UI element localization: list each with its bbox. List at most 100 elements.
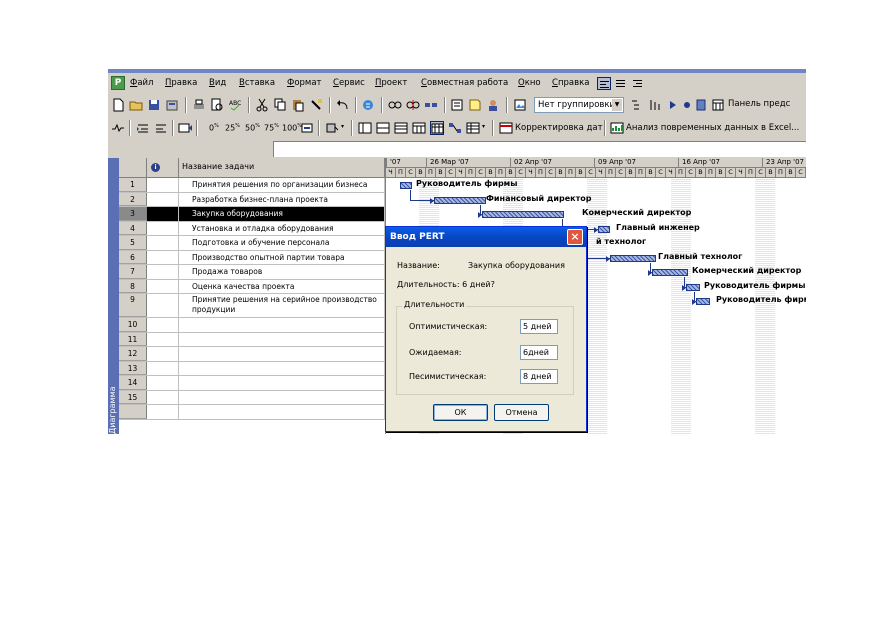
insert-hyperlink-icon[interactable] (361, 98, 375, 112)
save-icon[interactable] (147, 98, 161, 112)
menu-window[interactable]: Окно (518, 78, 541, 88)
table-view-icon[interactable] (466, 121, 480, 135)
view-grid-4-icon[interactable] (412, 121, 426, 135)
calendar-icon[interactable] (711, 98, 725, 112)
undo-icon[interactable] (336, 98, 350, 112)
dropdown-arrow-icon[interactable]: ▾ (482, 123, 485, 130)
row-indicator-cell[interactable] (147, 279, 179, 293)
gantt-task-bar[interactable] (400, 182, 412, 189)
pessimistic-duration-input[interactable]: 8 дней (520, 369, 558, 384)
progress-0-button[interactable]: 0% (209, 123, 219, 133)
row-number[interactable]: 7 (119, 265, 147, 279)
table-row[interactable]: 3 Закупка оборудования (119, 207, 385, 222)
menu-insert[interactable]: Вставка (239, 78, 275, 88)
progress-25-button[interactable]: 25% (225, 123, 240, 133)
format-painter-icon[interactable] (309, 98, 323, 112)
record-icon[interactable] (680, 98, 694, 112)
task-notes-icon[interactable] (468, 98, 482, 112)
select-all-cell[interactable] (119, 158, 147, 178)
outdent-icon[interactable] (154, 121, 168, 135)
table-row[interactable]: 7 Продажа товаров (119, 265, 385, 280)
table-row[interactable]: 8 Оценка качества проекта (119, 279, 385, 294)
table-row[interactable]: 6 Производство опытной партии товара (119, 250, 385, 265)
dialog-title[interactable]: Ввод PERT (386, 227, 586, 247)
assign-resources-icon[interactable] (486, 98, 500, 112)
row-number[interactable]: 9 (119, 294, 147, 317)
new-document-icon[interactable] (111, 98, 125, 112)
row-number[interactable]: 6 (119, 250, 147, 264)
chevron-down-icon[interactable]: ▼ (612, 99, 622, 111)
row-indicator-cell[interactable] (147, 347, 179, 361)
table-row[interactable]: 5 Подготовка и обучение персонала (119, 236, 385, 251)
row-number[interactable]: 5 (119, 236, 147, 250)
close-icon[interactable]: × (567, 229, 583, 245)
copy-picture-icon[interactable] (513, 98, 527, 112)
row-number[interactable]: 1 (119, 178, 147, 192)
menu-project[interactable]: Проект (375, 78, 407, 88)
gantt-task-bar[interactable] (598, 226, 610, 233)
view-grid-2-icon[interactable] (376, 121, 390, 135)
table-row[interactable]: 1 Принятия решения по организации бизнеса (119, 178, 385, 193)
save-baseline-icon[interactable] (165, 98, 179, 112)
align-left-button[interactable] (597, 77, 611, 90)
expected-duration-input[interactable]: 6дней (520, 345, 558, 360)
gantt-task-bar[interactable] (686, 284, 700, 291)
entry-field[interactable] (273, 141, 806, 157)
task-name-cell[interactable]: Подготовка и обучение персонала (179, 236, 385, 250)
menu-format[interactable]: Формат (287, 78, 322, 88)
row-indicator-cell[interactable] (147, 265, 179, 279)
row-number[interactable]: 12 (119, 347, 147, 361)
row-indicator-cell[interactable] (147, 361, 179, 375)
menu-collaborate[interactable]: Совместная работа (421, 78, 508, 88)
cut-icon[interactable] (255, 98, 269, 112)
row-indicator-cell[interactable] (147, 178, 179, 192)
task-name-cell[interactable]: Разработка бизнес-плана проекта (179, 192, 385, 206)
row-number[interactable] (119, 405, 147, 419)
view-bar-label[interactable]: Диаграмма Ганта (108, 387, 119, 434)
row-number[interactable]: 14 (119, 376, 147, 390)
row-indicator-cell[interactable] (147, 390, 179, 404)
row-number[interactable]: 11 (119, 332, 147, 346)
align-right-button[interactable] (631, 77, 645, 90)
table-row[interactable]: 9 Принятие решения на серийное производст… (119, 294, 385, 318)
tracking-graph-icon[interactable] (111, 121, 125, 135)
ok-button[interactable]: ОК (433, 404, 488, 421)
excel-analysis-icon[interactable] (610, 121, 624, 135)
menu-tools[interactable]: Сервис (333, 78, 365, 88)
task-name-cell[interactable]: Производство опытной партии товара (179, 250, 385, 264)
print-icon[interactable] (192, 98, 206, 112)
gantt-task-bar[interactable] (610, 255, 656, 262)
gantt-task-bar[interactable] (696, 298, 710, 305)
task-name-cell[interactable] (179, 332, 385, 346)
view-grid-1-icon[interactable] (358, 121, 372, 135)
row-indicator-cell[interactable] (147, 207, 179, 221)
update-as-scheduled-icon[interactable] (300, 121, 314, 135)
show-subtasks-icon[interactable] (648, 98, 662, 112)
progress-50-button[interactable]: 50% (245, 123, 260, 133)
row-indicator-cell[interactable] (147, 221, 179, 235)
task-name-cell[interactable] (179, 347, 385, 361)
row-indicator-cell[interactable] (147, 376, 179, 390)
project-app-icon[interactable]: P (111, 76, 125, 90)
task-name-cell[interactable]: Установка и отладка оборудования (179, 221, 385, 235)
progress-75-button[interactable]: 75% (264, 123, 279, 133)
task-name-cell[interactable]: Принятие решения на серийное производств… (179, 294, 385, 317)
row-number[interactable]: 4 (119, 221, 147, 235)
row-indicator-cell[interactable] (147, 405, 179, 419)
row-number[interactable]: 13 (119, 361, 147, 375)
excel-analysis-button[interactable]: Анализ повременных данных в Excel... (626, 123, 799, 133)
table-row[interactable]: 12 (119, 347, 385, 362)
update-tasks-icon[interactable] (178, 121, 192, 135)
task-information-icon[interactable] (450, 98, 464, 112)
row-indicator-cell[interactable] (147, 236, 179, 250)
row-indicator-cell[interactable] (147, 192, 179, 206)
task-name-cell[interactable] (179, 376, 385, 390)
row-number[interactable]: 8 (119, 279, 147, 293)
align-center-button[interactable] (614, 77, 628, 90)
table-row[interactable]: 2 Разработка бизнес-плана проекта (119, 192, 385, 207)
view-panel-label[interactable]: Панель предс (728, 99, 790, 109)
optimistic-duration-input[interactable]: 5 дней (520, 319, 558, 334)
pert-entry-sheet-icon[interactable] (430, 121, 444, 135)
row-indicator-cell[interactable] (147, 318, 179, 332)
row-indicator-cell[interactable] (147, 294, 179, 317)
